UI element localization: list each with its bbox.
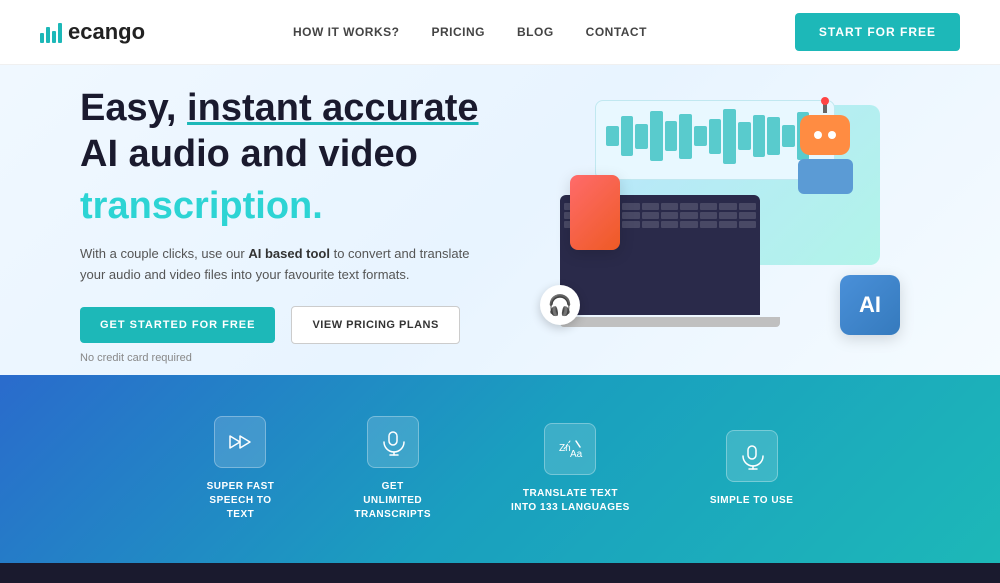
nav-how-it-works[interactable]: HOW IT WORKS? (293, 25, 399, 39)
hero-desc-bold: AI based tool (248, 246, 330, 261)
nav-contact[interactable]: CONTACT (586, 25, 647, 39)
feature-unlimited-transcripts: GETUNLIMITEDTRANSCRIPTS (354, 416, 431, 522)
start-for-free-button[interactable]: START FOR FREE (795, 13, 960, 51)
key (680, 203, 697, 210)
key (680, 212, 697, 219)
robot-antenna (823, 101, 827, 113)
key (739, 203, 756, 210)
hero-title: Easy, instant accurate AI audio and vide… (80, 86, 480, 177)
nav-blog[interactable]: BLOG (517, 25, 554, 39)
wave-bar (709, 119, 722, 154)
feature-icon-box-unlimited (367, 416, 419, 468)
laptop-base (560, 317, 780, 327)
key (700, 203, 717, 210)
feature-simple: SIMPLE TO USE (710, 430, 794, 508)
robot-head (800, 115, 850, 155)
feature-icon-box-fast-speech (214, 416, 266, 468)
hero-section: Easy, instant accurate AI audio and vide… (0, 65, 1000, 375)
key (642, 221, 659, 228)
key (719, 221, 736, 228)
feature-label-simple: SIMPLE TO USE (710, 494, 794, 508)
wave-bar (665, 121, 678, 151)
translate-icon: Zn Aa (556, 435, 584, 463)
robot-eye-left (814, 131, 822, 139)
key (622, 212, 639, 219)
feature-fast-speech: SUPER FASTSPEECH TOTEXT (207, 416, 275, 522)
feature-translate: Zn Aa TRANSLATE TEXTINTO 133 LANGUAGES (511, 423, 630, 515)
robot-illustration (790, 115, 860, 195)
fast-forward-icon (226, 428, 254, 456)
ai-card: AI (840, 275, 900, 335)
key (700, 221, 717, 228)
feature-icon-box-simple (726, 430, 778, 482)
svg-text:Aa: Aa (570, 449, 583, 460)
key (642, 203, 659, 210)
key (739, 212, 756, 219)
navbar: ecango HOW IT WORKS? PRICING BLOG CONTAC… (0, 0, 1000, 65)
key (719, 212, 736, 219)
key (661, 212, 678, 219)
hero-title-line2: AI audio and video (80, 133, 418, 175)
logo-text: ecango (68, 19, 145, 45)
mobile-card (570, 175, 620, 250)
key (719, 203, 736, 210)
view-pricing-button[interactable]: VIEW PRICING PLANS (291, 306, 459, 344)
key (622, 203, 639, 210)
wave-bar (679, 114, 692, 159)
nav-pricing[interactable]: PRICING (431, 25, 485, 39)
footer-bar (0, 563, 1000, 583)
wave-bar (621, 116, 634, 156)
key (642, 212, 659, 219)
key (739, 221, 756, 228)
feature-icon-box-translate: Zn Aa (544, 423, 596, 475)
key (622, 221, 639, 228)
nav-links: HOW IT WORKS? PRICING BLOG CONTACT (293, 25, 647, 39)
wave-bar (753, 115, 766, 157)
wave-bar (738, 122, 751, 150)
features-section: SUPER FASTSPEECH TOTEXT GETUNLIMITEDTRAN… (0, 375, 1000, 563)
key (661, 203, 678, 210)
get-started-button[interactable]: GET STARTED FOR FREE (80, 307, 275, 343)
wave-bar (723, 109, 736, 164)
key (661, 221, 678, 228)
logo[interactable]: ecango (40, 19, 145, 45)
key (700, 212, 717, 219)
wave-bar (606, 126, 619, 146)
hero-title-plain: Easy, (80, 87, 187, 129)
robot-body (798, 159, 853, 194)
robot-eye-right (828, 131, 836, 139)
microphone2-icon (738, 442, 766, 470)
microphone-icon (379, 428, 407, 456)
hero-desc-before-bold: With a couple clicks, use our (80, 246, 248, 261)
no-credit-text: No credit card required (80, 352, 480, 364)
hero-content: Easy, instant accurate AI audio and vide… (80, 86, 480, 364)
wave-bar (767, 117, 780, 155)
hero-buttons: GET STARTED FOR FREE VIEW PRICING PLANS (80, 306, 480, 344)
wave-bar (650, 111, 663, 161)
wave-bar (694, 126, 707, 146)
headphone-icon: 🎧 (540, 285, 580, 325)
logo-icon (40, 21, 62, 43)
hero-illustration: 🎧 AI (540, 95, 920, 355)
hero-title-underline: instant accurate (187, 87, 478, 129)
feature-label-fast-speech: SUPER FASTSPEECH TOTEXT (207, 480, 275, 522)
feature-label-unlimited: GETUNLIMITEDTRANSCRIPTS (354, 480, 431, 522)
wave-bar (635, 124, 648, 149)
hero-title-colored: transcription. (80, 185, 480, 228)
feature-label-translate: TRANSLATE TEXTINTO 133 LANGUAGES (511, 487, 630, 515)
key (680, 221, 697, 228)
hero-description: With a couple clicks, use our AI based t… (80, 244, 480, 286)
